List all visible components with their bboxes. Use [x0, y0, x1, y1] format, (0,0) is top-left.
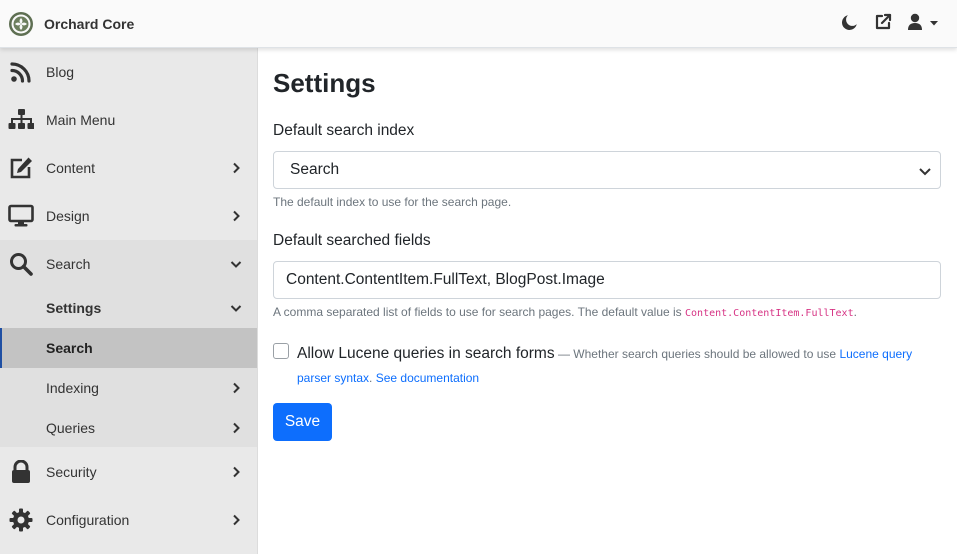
allow-lucene-queries-desc: — Whether search queries should be allow… [554, 347, 840, 361]
user-icon [908, 13, 922, 30]
sidebar-item-blog[interactable]: Blog [0, 48, 257, 96]
sidebar-subitem-label: Indexing [46, 380, 99, 396]
cog-icon [8, 507, 34, 533]
sidebar-item-label: Design [46, 208, 90, 224]
sidebar: Blog Main Menu Content Design Search Set… [0, 48, 258, 554]
edit-icon [8, 155, 34, 181]
sidebar-subitem-indexing[interactable]: Indexing [0, 368, 257, 408]
top-navbar: Orchard Core [0, 0, 957, 48]
chevron-right-icon [228, 160, 244, 176]
hint-suffix: . [853, 305, 857, 319]
chevron-right-icon [228, 512, 244, 528]
sidebar-item-design[interactable]: Design [0, 192, 257, 240]
search-icon [8, 251, 34, 277]
chevron-right-icon [228, 464, 244, 480]
allow-lucene-queries-label[interactable]: Allow Lucene queries in search forms [297, 345, 555, 362]
brand-name: Orchard Core [44, 16, 135, 32]
sidebar-subitem-search[interactable]: Search [0, 328, 257, 368]
sidebar-item-label: Search [46, 256, 91, 272]
default-search-index-select[interactable]: Search [273, 151, 941, 189]
default-search-index-hint: The default index to use for the search … [273, 195, 512, 209]
sidebar-item-label: Main Menu [46, 112, 116, 128]
caret-down-icon [930, 21, 938, 26]
sidebar-subitem-settings[interactable]: Settings [0, 288, 257, 328]
sidebar-subitem-label: Queries [46, 420, 96, 436]
orchard-core-logo-icon [8, 11, 34, 37]
sidebar-item-main-menu[interactable]: Main Menu [0, 96, 257, 144]
chevron-right-icon [228, 380, 244, 396]
sidebar-subitem-label: Search [46, 340, 93, 356]
default-search-index-label: Default search index [273, 122, 415, 139]
default-searched-fields-label: Default searched fields [273, 232, 431, 249]
sidebar-item-label: Blog [46, 64, 75, 80]
desktop-icon [8, 203, 34, 229]
chevron-down-icon [228, 300, 244, 316]
moon-icon[interactable] [839, 12, 859, 32]
sidebar-item-label: Configuration [46, 512, 130, 528]
external-link-icon[interactable] [873, 12, 893, 32]
sidebar-subitem-label: Settings [46, 300, 102, 316]
chevron-right-icon [228, 420, 244, 436]
default-searched-fields-hint: A comma separated list of fields to use … [273, 305, 857, 319]
chevron-down-icon [918, 164, 932, 178]
link-separator: . [369, 371, 376, 385]
sidebar-item-label: Content [46, 160, 96, 176]
sidebar-item-configuration[interactable]: Configuration [0, 496, 257, 544]
default-value-code: Content.ContentItem.FullText [685, 308, 854, 319]
see-documentation-link[interactable]: See documentation [376, 371, 479, 385]
search-submenu: Search Settings Search Indexing Queries [0, 240, 257, 447]
default-searched-fields-input[interactable] [273, 261, 941, 299]
select-value: Search [290, 161, 340, 178]
chevron-down-icon [228, 256, 244, 272]
chevron-right-icon [228, 208, 244, 224]
sidebar-item-label: Security [46, 464, 97, 480]
brand-link[interactable]: Orchard Core [8, 10, 134, 38]
sidebar-item-search[interactable]: Search [0, 240, 257, 288]
sidebar-item-content[interactable]: Content [0, 144, 257, 192]
user-menu-button[interactable] [907, 12, 941, 32]
allow-lucene-queries-checkbox[interactable] [273, 343, 289, 359]
sidebar-item-security[interactable]: Security [0, 448, 257, 496]
page-title: Settings [273, 68, 376, 98]
rss-icon [8, 59, 34, 85]
lock-icon [8, 459, 34, 485]
sidebar-subitem-queries[interactable]: Queries [0, 408, 257, 448]
sitemap-icon [8, 107, 34, 133]
save-button[interactable]: Save [273, 403, 332, 441]
hint-text: A comma separated list of fields to use … [273, 305, 686, 319]
